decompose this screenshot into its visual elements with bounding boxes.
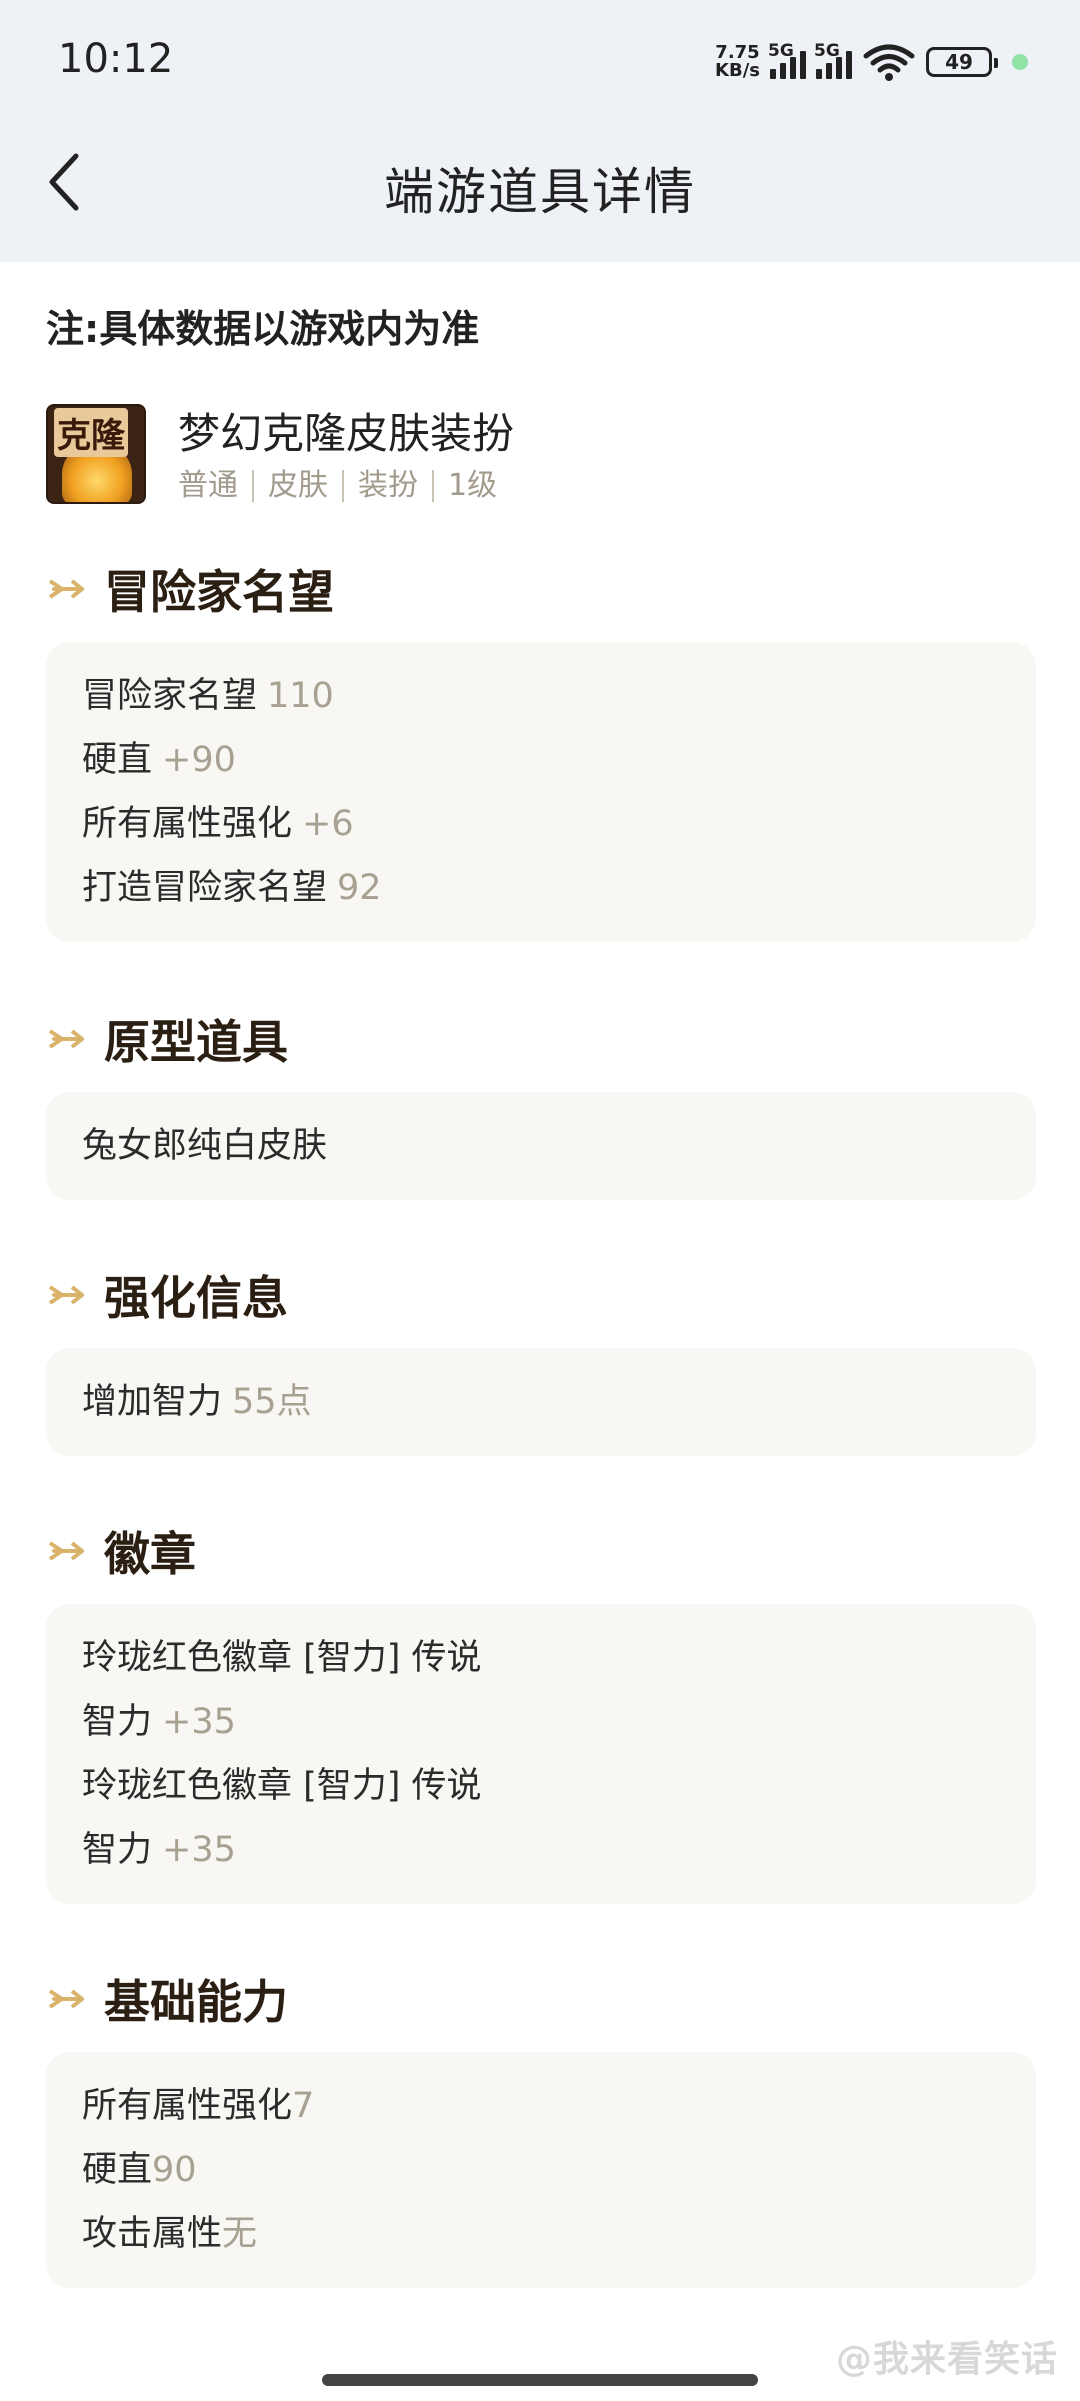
stat-value: 55点 <box>232 1382 312 1422</box>
section-title: 原型道具 <box>104 1015 288 1069</box>
arrow-right-icon <box>48 1029 84 1049</box>
stat-line: 智力 +35 <box>82 1818 1000 1882</box>
privacy-indicator-icon <box>1012 54 1028 70</box>
section-title: 基础能力 <box>104 1975 288 2029</box>
stat-label: 打造冒险家名望 <box>82 868 328 908</box>
arrow-right-icon <box>48 1541 84 1561</box>
stat-value: 90 <box>152 2150 197 2190</box>
stat-value: +90 <box>162 740 236 780</box>
stat-label: 硬直 <box>82 740 153 780</box>
watermark: @我来看笑话 <box>835 2339 1058 2380</box>
stat-label: 玲珑红色徽章 [智力] 传说 <box>82 1766 482 1806</box>
battery-icon: 49 <box>926 47 998 77</box>
stat-value: 7 <box>292 2086 315 2126</box>
stat-value: 92 <box>337 868 382 908</box>
battery-level: 49 <box>945 50 973 74</box>
stat-label: 所有属性强化 <box>82 2086 293 2126</box>
stat-line: 冒险家名望 110 <box>82 664 1000 728</box>
item-tag-level: 1级 <box>448 468 498 503</box>
stat-line: 打造冒险家名望 92 <box>82 856 1000 920</box>
signal-icon-2: 5G <box>814 41 852 79</box>
stat-label: 硬直 <box>82 2150 153 2190</box>
network-speed: 7.75 KB/s <box>715 44 760 80</box>
stat-value: +35 <box>162 1830 236 1870</box>
signal-icon: 5G <box>768 41 806 79</box>
stat-value: +6 <box>302 804 354 844</box>
stat-line: 兔女郎纯白皮肤 <box>82 1114 1000 1178</box>
stat-label: 智力 <box>82 1702 153 1742</box>
section-header-base: 基础能力 <box>46 1966 288 2032</box>
section-card-enhance: 增加智力 55点 <box>46 1348 1036 1456</box>
stat-value: 110 <box>267 676 334 716</box>
item-icon-label: 克隆 <box>54 408 128 457</box>
stat-value: +35 <box>162 1702 236 1742</box>
section-title: 徽章 <box>104 1527 196 1581</box>
stat-line: 所有属性强化 +6 <box>82 792 1000 856</box>
section-title: 强化信息 <box>104 1271 288 1325</box>
item-icon: 克隆 <box>46 404 146 504</box>
sim1-label: 5G <box>768 41 794 61</box>
section-title: 冒险家名望 <box>104 565 334 619</box>
status-time: 10:12 <box>58 36 174 82</box>
section-header-prototype: 原型道具 <box>46 1006 288 1072</box>
stat-label: 增加智力 <box>82 1382 223 1422</box>
stat-line: 攻击属性无 <box>82 2202 1000 2266</box>
section-card-prototype: 兔女郎纯白皮肤 <box>46 1092 1036 1200</box>
section-card-fame: 冒险家名望 110 硬直 +90 所有属性强化 +6 打造冒险家名望 92 <box>46 642 1036 942</box>
item-name: 梦幻克隆皮肤装扮 <box>178 409 515 458</box>
stat-label: 玲珑红色徽章 [智力] 传说 <box>82 1638 482 1678</box>
prototype-item-name: 兔女郎纯白皮肤 <box>82 1126 328 1166</box>
section-header-fame: 冒险家名望 <box>46 556 334 622</box>
wifi-icon <box>863 44 915 81</box>
emblem-name: 玲珑红色徽章 [智力] 传说 <box>82 1754 1000 1818</box>
section-card-emblem: 玲珑红色徽章 [智力] 传说 智力 +35 玲珑红色徽章 [智力] 传说 智力 +3… <box>46 1604 1036 1904</box>
arrow-right-icon <box>48 1285 84 1305</box>
stat-line: 硬直 +90 <box>82 728 1000 792</box>
page-title: 端游道具详情 <box>384 163 696 221</box>
emblem-name: 玲珑红色徽章 [智力] 传说 <box>82 1626 1000 1690</box>
network-speed-unit: KB/s <box>715 60 760 81</box>
arrow-right-icon <box>48 579 84 599</box>
item-tag-rarity: 普通 <box>178 470 254 502</box>
item-tag-subtype: 装扮 <box>358 470 434 502</box>
section-header-enhance: 强化信息 <box>46 1262 288 1328</box>
section-card-base: 所有属性强化7 硬直90 攻击属性无 <box>46 2052 1036 2288</box>
home-indicator[interactable] <box>322 2374 758 2386</box>
stat-label: 冒险家名望 <box>82 676 258 716</box>
stat-line: 所有属性强化7 <box>82 2074 1000 2138</box>
stat-label: 所有属性强化 <box>82 804 293 844</box>
stat-value: 无 <box>222 2214 258 2254</box>
data-note: 注:具体数据以游戏内为准 <box>46 307 480 351</box>
stat-line: 硬直90 <box>82 2138 1000 2202</box>
status-icons: 7.75 KB/s 5G 5G 49 <box>715 40 1028 84</box>
section-header-emblem: 徽章 <box>46 1518 196 1584</box>
stat-line: 智力 +35 <box>82 1690 1000 1754</box>
item-tag-type: 皮肤 <box>268 470 344 502</box>
top-bar: 10:12 7.75 KB/s 5G 5G 49 端游道具详情 <box>0 0 1080 262</box>
arrow-right-icon <box>48 1989 84 2009</box>
sim2-label: 5G <box>814 41 840 61</box>
stat-label: 智力 <box>82 1830 153 1870</box>
stat-line: 增加智力 55点 <box>82 1370 1000 1434</box>
item-tags: 普通 皮肤 装扮 1级 <box>178 470 525 502</box>
stat-label: 攻击属性 <box>82 2214 223 2254</box>
